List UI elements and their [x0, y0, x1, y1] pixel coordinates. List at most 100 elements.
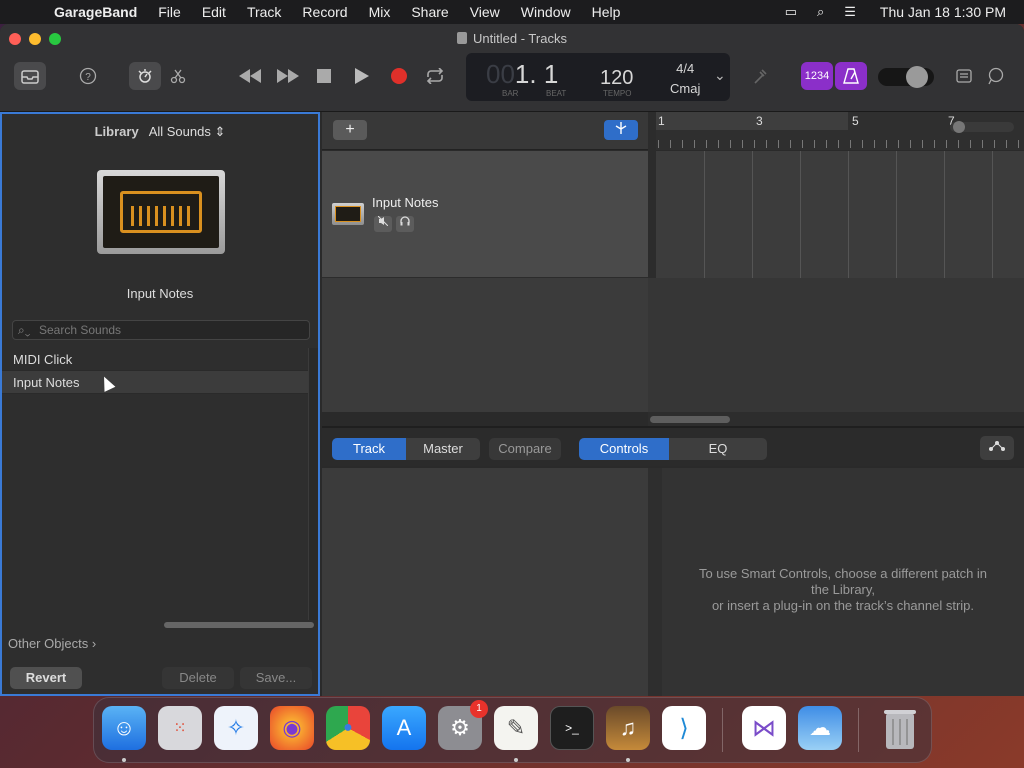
smart-controls-icon	[138, 69, 152, 83]
master-volume-slider[interactable]	[878, 66, 934, 88]
library-toggle-button[interactable]	[14, 62, 46, 90]
smart-controls-panel: To use Smart Controls, choose a differen…	[662, 468, 1024, 696]
menu-track[interactable]: Track	[247, 4, 281, 20]
track-header-input-notes[interactable]: Input Notes	[322, 151, 648, 278]
lcd-time-signature: 4/4	[676, 61, 695, 76]
spotlight-search-icon[interactable]: ⌕	[817, 4, 824, 20]
tracks-empty-area[interactable]	[322, 278, 648, 412]
solo-button[interactable]	[396, 216, 414, 232]
count-in-button[interactable]: 1234	[801, 62, 833, 90]
compare-button[interactable]: Compare	[489, 438, 561, 460]
dock-weather-icon[interactable]: ☁	[798, 706, 842, 750]
dock-app-store-icon[interactable]: A	[382, 706, 426, 750]
control-center-icon[interactable]: ☰	[844, 4, 856, 20]
fast-forward-button[interactable]	[272, 62, 304, 90]
menu-edit[interactable]: Edit	[202, 4, 226, 20]
menu-mix[interactable]: Mix	[369, 4, 391, 20]
zoom-slider[interactable]	[950, 121, 1014, 133]
play-button[interactable]	[346, 62, 378, 90]
metronome-button[interactable]	[835, 62, 867, 90]
loop-browser-button[interactable]	[980, 62, 1012, 90]
other-objects-disclosure[interactable]: Other Objects ›	[8, 636, 96, 651]
track-region-lane[interactable]	[656, 151, 1024, 278]
dock-terminal-icon[interactable]: >_	[550, 706, 594, 750]
dock-launchpad-icon[interactable]: ⁙	[158, 706, 202, 750]
tab-master[interactable]: Master	[406, 438, 480, 460]
tracks-horizontal-scrollbar[interactable]	[650, 416, 730, 423]
library-item-midi-click[interactable]: MIDI Click	[2, 348, 308, 371]
zoom-slider-knob[interactable]	[953, 121, 965, 133]
cycle-button[interactable]	[419, 62, 451, 90]
library-horizontal-scrollbar[interactable]	[164, 622, 314, 628]
library-vertical-scrollbar[interactable]	[308, 348, 318, 620]
delete-button[interactable]: Delete	[162, 667, 234, 689]
updown-chevron-icon[interactable]: ⇕	[214, 124, 225, 139]
screen-mirroring-icon[interactable]: ▭	[785, 4, 797, 20]
dock-garageband-icon[interactable]: ♫	[606, 706, 650, 750]
library-filter-select[interactable]: All Sounds	[149, 124, 211, 139]
library-search-input[interactable]: ⌕⌄ Search Sounds	[12, 320, 310, 340]
dock-firefox-icon[interactable]: ◉	[270, 706, 314, 750]
menu-window[interactable]: Window	[521, 4, 571, 20]
menu-share[interactable]: Share	[411, 4, 448, 20]
smart-controls-button[interactable]	[129, 62, 161, 90]
quick-help-button[interactable]: ?	[72, 62, 104, 90]
volume-slider-knob[interactable]	[906, 66, 928, 88]
ruler-tick	[982, 140, 983, 148]
dock-finder-icon[interactable]: ☺	[102, 706, 146, 750]
mute-button[interactable]	[374, 215, 392, 232]
menu-clock[interactable]: Thu Jan 18 1:30 PM	[880, 4, 1006, 20]
dock-system-settings-icon[interactable]: ⚙ 1	[438, 700, 488, 750]
chevron-right-icon: ›	[91, 636, 97, 651]
tab-track[interactable]: Track	[332, 438, 406, 460]
garageband-window: Untitled - Tracks ? 001. 1 BAR BEAT 120 …	[0, 24, 1024, 696]
dock-vscode-icon[interactable]: ⟩	[662, 706, 706, 750]
menu-view[interactable]: View	[470, 4, 500, 20]
ruler-tick	[1018, 140, 1019, 148]
library-item-input-notes[interactable]: Input Notes	[2, 371, 308, 394]
smart-controls-left-panel	[322, 468, 648, 696]
dock-textedit-icon[interactable]: ✎	[494, 706, 538, 750]
ruler-tick	[718, 140, 719, 148]
menu-help[interactable]: Help	[592, 4, 621, 20]
record-button[interactable]	[383, 62, 415, 90]
smart-controls-inspector-button[interactable]	[980, 436, 1014, 460]
stop-button[interactable]	[308, 62, 340, 90]
tab-controls[interactable]: Controls	[579, 438, 669, 460]
tab-eq[interactable]: EQ	[669, 438, 767, 460]
save-button[interactable]: Save...	[240, 667, 312, 689]
notepad-button[interactable]	[948, 62, 980, 90]
rewind-button[interactable]	[234, 62, 266, 90]
add-track-button[interactable]: +	[333, 120, 367, 140]
lcd-tempo[interactable]: 120	[600, 67, 633, 90]
dock-chrome-icon[interactable]: ●	[326, 706, 370, 750]
document-icon	[457, 32, 468, 44]
tuner-button[interactable]	[744, 62, 776, 90]
revert-button[interactable]: Revert	[10, 667, 82, 689]
patch-name: Input Notes	[126, 286, 194, 301]
dock-visual-studio-icon[interactable]: ⋈	[742, 706, 786, 750]
lcd-signature[interactable]: 4/4 Cmaj	[670, 59, 700, 99]
smart-controls-message-line-3: or insert a plug-in on the track’s chann…	[711, 598, 975, 613]
grid-line	[896, 151, 897, 278]
ruler-tick	[826, 140, 827, 148]
system-settings-badge: 1	[470, 700, 488, 718]
menu-record[interactable]: Record	[302, 4, 347, 20]
ruler-tick	[730, 140, 731, 148]
menu-file[interactable]: File	[158, 4, 181, 20]
lcd-mode-chevron-down-icon[interactable]: ⌄	[714, 67, 726, 84]
dock-trash-icon[interactable]	[878, 706, 922, 750]
editors-button[interactable]	[162, 62, 194, 90]
tracks-lower-area[interactable]	[648, 278, 1024, 412]
ruler-tick	[922, 140, 923, 148]
lcd-display[interactable]: 001. 1 BAR BEAT 120 TEMPO 4/4 Cmaj ⌄	[466, 53, 730, 101]
cycle-icon	[426, 68, 444, 84]
track-name[interactable]: Input Notes	[372, 195, 439, 210]
metronome-icon	[843, 68, 859, 84]
catch-playhead-button[interactable]	[604, 120, 638, 140]
grid-line	[848, 151, 849, 278]
menu-app-name[interactable]: GarageBand	[54, 4, 137, 20]
menu-bar: GarageBand File Edit Track Record Mix Sh…	[0, 0, 1024, 24]
cycle-area[interactable]	[656, 112, 848, 130]
dock-safari-icon[interactable]: ✧	[214, 706, 258, 750]
